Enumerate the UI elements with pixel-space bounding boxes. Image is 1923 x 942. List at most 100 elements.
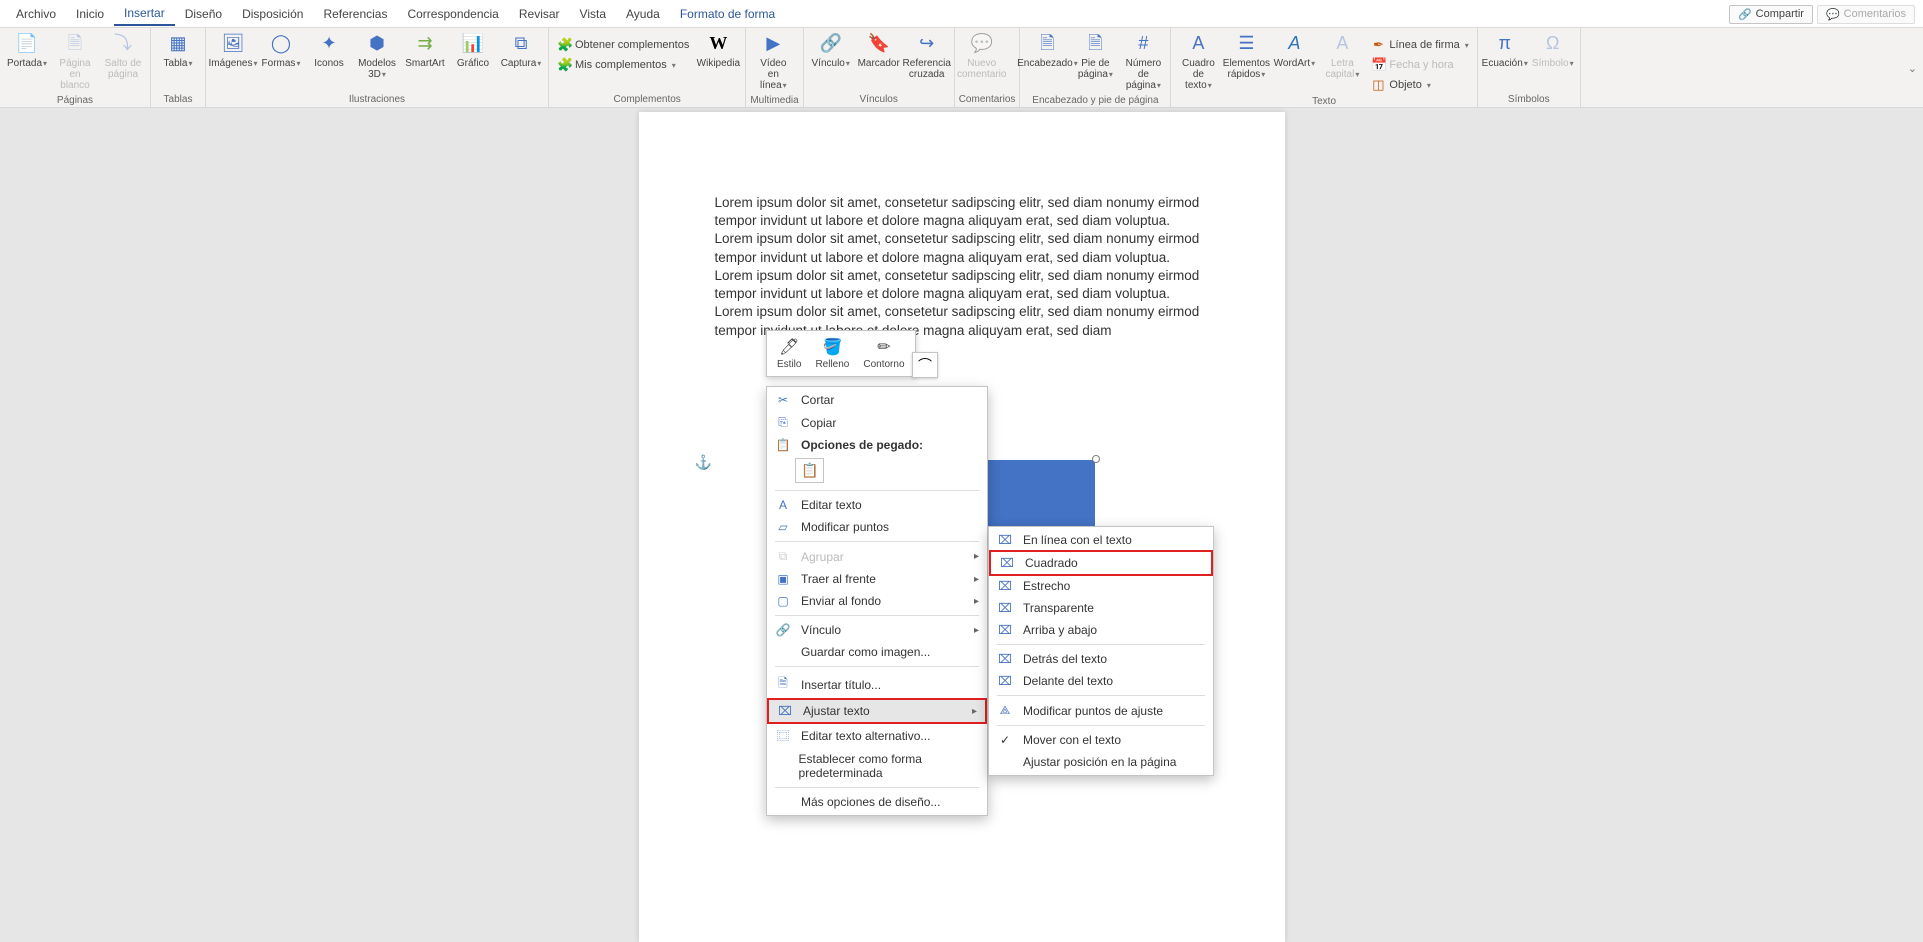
- wordart-icon: A: [1282, 32, 1306, 56]
- pie-pagina-button[interactable]: 🗎Pie de página▾: [1072, 30, 1118, 82]
- tab-correspondencia[interactable]: Correspondencia: [397, 3, 508, 25]
- tab-diseno[interactable]: Diseño: [175, 3, 232, 25]
- ctx-modificar-puntos[interactable]: ▱Modificar puntos: [767, 516, 987, 538]
- link-icon: 🔗: [775, 623, 791, 637]
- pictures-icon: 🖼: [221, 32, 245, 56]
- tab-formato-forma[interactable]: Formato de forma: [670, 3, 785, 25]
- context-menu: ✂Cortar ⎘Copiar 📋Opciones de pegado: 📋 A…: [766, 386, 988, 816]
- portada-button[interactable]: 📄Portada▾: [4, 30, 50, 71]
- sub-modificar-ajuste[interactable]: ⟁Modificar puntos de ajuste: [989, 699, 1213, 722]
- ctx-cortar[interactable]: ✂Cortar: [767, 389, 987, 411]
- footer-icon: 🗎: [1083, 32, 1107, 56]
- tab-inicio[interactable]: Inicio: [66, 3, 114, 25]
- tabla-button[interactable]: ▦Tabla▾: [155, 30, 201, 71]
- sub-detras[interactable]: ⌧Detrás del texto: [989, 648, 1213, 670]
- sub-delante[interactable]: ⌧Delante del texto: [989, 670, 1213, 692]
- ctx-vinculo[interactable]: 🔗Vínculo▸: [767, 619, 987, 641]
- inline-icon: ⌧: [997, 533, 1013, 547]
- sub-mover-texto[interactable]: ✓Mover con el texto: [989, 729, 1213, 751]
- objeto-button[interactable]: ◫Objeto▾: [1367, 76, 1472, 94]
- ctx-enviar-fondo[interactable]: ▢Enviar al fondo▸: [767, 590, 987, 612]
- estilo-button[interactable]: 🖊Estilo: [771, 335, 807, 372]
- ctx-editar-texto[interactable]: AEditar texto: [767, 494, 987, 516]
- signature-icon: ✒: [1371, 37, 1385, 53]
- ctx-copiar[interactable]: ⎘Copiar: [767, 411, 987, 434]
- ecuacion-button[interactable]: πEcuación▾: [1482, 30, 1528, 71]
- share-button[interactable]: 🔗Compartir: [1729, 5, 1813, 24]
- models3d-icon: ⬢: [365, 32, 389, 56]
- collapse-ribbon-button[interactable]: ⌄: [1908, 62, 1917, 75]
- modelos3d-button[interactable]: ⬢Modelos 3D▾: [354, 30, 400, 82]
- tab-disposicion[interactable]: Disposición: [232, 3, 313, 25]
- resize-handle-tr[interactable]: [1092, 455, 1100, 463]
- body-text[interactable]: Lorem ipsum dolor sit amet, consetetur s…: [715, 194, 1209, 340]
- tab-revisar[interactable]: Revisar: [509, 3, 570, 25]
- mis-complementos-button[interactable]: 🧩Mis complementos▾: [553, 56, 693, 74]
- comments-button[interactable]: 💬Comentarios: [1817, 5, 1915, 24]
- sub-ajustar-posicion[interactable]: Ajustar posición en la página: [989, 751, 1213, 773]
- tab-archivo[interactable]: Archivo: [6, 3, 66, 25]
- group-label-simbolos: Símbolos: [1482, 92, 1576, 107]
- referencia-cruzada-button[interactable]: ↪Referencia cruzada: [904, 30, 950, 82]
- style-icon: 🖊: [779, 337, 799, 357]
- elementos-rapidos-button[interactable]: ☰Elementos rápidos▾: [1223, 30, 1269, 82]
- captura-button[interactable]: ⧉Captura▾: [498, 30, 544, 71]
- sub-arriba-abajo[interactable]: ⌧Arriba y abajo: [989, 619, 1213, 641]
- smartart-icon: ⇉: [413, 32, 437, 56]
- wikipedia-button[interactable]: WWikipedia: [695, 30, 741, 71]
- ctx-insertar-titulo[interactable]: 🗎Insertar título...: [767, 670, 987, 699]
- group-label-comentarios: Comentarios: [959, 92, 1016, 107]
- cut-icon: ✂: [775, 393, 791, 407]
- sub-transparente[interactable]: ⌧Transparente: [989, 597, 1213, 619]
- tab-bar: Archivo Inicio Insertar Diseño Disposici…: [0, 0, 1923, 28]
- share-icon: 🔗: [1738, 8, 1752, 21]
- caption-icon: 🗎: [775, 674, 791, 695]
- linea-firma-button[interactable]: ✒Línea de firma▾: [1367, 36, 1472, 54]
- sub-estrecho[interactable]: ⌧Estrecho: [989, 575, 1213, 597]
- numero-pagina-button[interactable]: #Número de página▾: [1120, 30, 1166, 93]
- layout-options-button[interactable]: ⌒: [912, 352, 938, 378]
- vinculo-button[interactable]: 🔗Vínculo▾: [808, 30, 854, 71]
- iconos-button[interactable]: ✦Iconos: [306, 30, 352, 71]
- infront-icon: ⌧: [997, 674, 1013, 688]
- wraptext-icon: ⌧: [777, 704, 793, 718]
- encabezado-button[interactable]: 🗎Encabezado▾: [1024, 30, 1070, 71]
- grafico-button[interactable]: 📊Gráfico: [450, 30, 496, 71]
- tab-ayuda[interactable]: Ayuda: [616, 3, 670, 25]
- wordart-button[interactable]: AWordArt▾: [1271, 30, 1317, 71]
- relleno-button[interactable]: 🪣Relleno: [809, 335, 855, 372]
- ctx-traer-frente[interactable]: ▣Traer al frente▸: [767, 568, 987, 590]
- sendback-icon: ▢: [775, 594, 791, 608]
- marcador-button[interactable]: 🔖Marcador: [856, 30, 902, 71]
- tight-icon: ⌧: [997, 579, 1013, 593]
- tab-referencias[interactable]: Referencias: [313, 3, 397, 25]
- ctx-predeterminada[interactable]: Establecer como forma predeterminada: [767, 748, 987, 784]
- ctx-mas-opciones[interactable]: Más opciones de diseño...: [767, 791, 987, 813]
- contorno-button[interactable]: ✏Contorno: [857, 335, 910, 372]
- formas-button[interactable]: ◯Formas▾: [258, 30, 304, 71]
- dropcap-icon: A: [1330, 32, 1354, 56]
- imagenes-button[interactable]: 🖼Imágenes▾: [210, 30, 256, 71]
- sub-en-linea[interactable]: ⌧En línea con el texto: [989, 529, 1213, 551]
- ctx-editar-alt[interactable]: ⿴Editar texto alternativo...: [767, 723, 987, 748]
- topbottom-icon: ⌧: [997, 623, 1013, 637]
- screenshot-icon: ⧉: [509, 32, 533, 56]
- symbol-icon: Ω: [1541, 32, 1565, 56]
- paste-option-button[interactable]: 📋: [795, 458, 824, 483]
- obtener-complementos-button[interactable]: 🧩Obtener complementos: [553, 36, 693, 54]
- ctx-guardar-imagen[interactable]: Guardar como imagen...: [767, 641, 987, 663]
- behind-icon: ⌧: [997, 652, 1013, 666]
- quickparts-icon: ☰: [1234, 32, 1258, 56]
- letra-capital-button: ALetra capital▾: [1319, 30, 1365, 82]
- sub-cuadrado[interactable]: ⌧Cuadrado: [989, 550, 1213, 576]
- cuadro-texto-button[interactable]: ACuadro de texto▾: [1175, 30, 1221, 93]
- smartart-button[interactable]: ⇉SmartArt: [402, 30, 448, 71]
- mini-toolbar: 🖊Estilo 🪣Relleno ✏Contorno: [766, 330, 916, 377]
- video-button[interactable]: ▶Vídeo en línea▾: [750, 30, 796, 93]
- tab-insertar[interactable]: Insertar: [114, 2, 175, 26]
- ctx-ajustar-texto[interactable]: ⌧Ajustar texto▸: [767, 698, 987, 724]
- header-icon: 🗎: [1035, 32, 1059, 56]
- tab-vista[interactable]: Vista: [570, 3, 616, 25]
- pagina-blanco-button: 🗎Página en blanco: [52, 30, 98, 93]
- crossref-icon: ↪: [915, 32, 939, 56]
